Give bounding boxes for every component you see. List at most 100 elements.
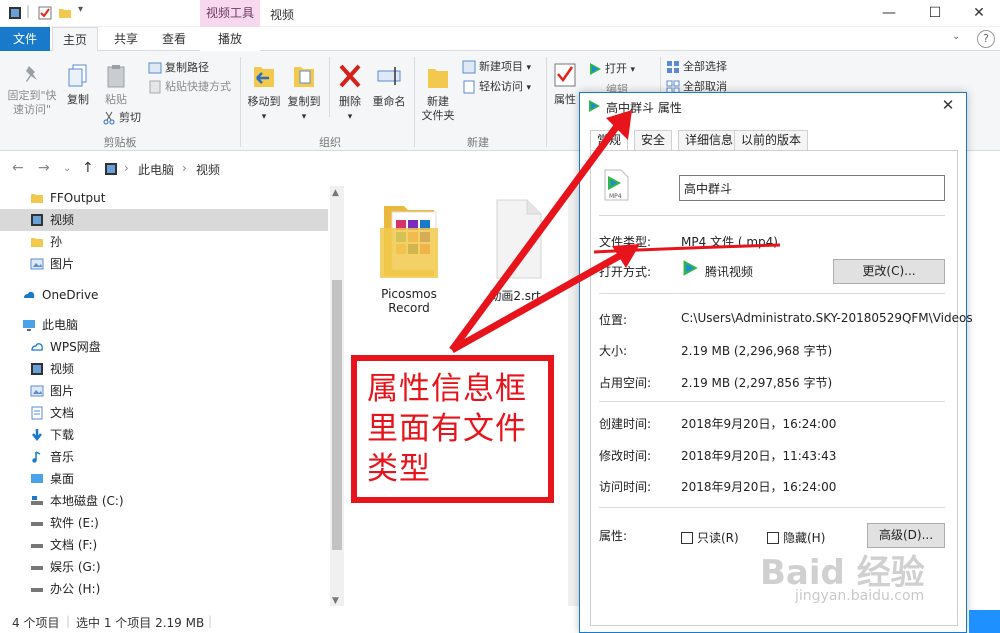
title-bar: | ▾ 视频工具 视频 — ☐ ✕ — [0, 0, 1000, 27]
nav-item-videos[interactable]: 视频 — [0, 358, 328, 380]
ribbon-divider — [329, 57, 330, 117]
up-arrow-icon[interactable]: ↑ — [82, 160, 94, 176]
nav-item-wps-cloud[interactable]: WPS网盘 — [0, 336, 328, 358]
help-icon[interactable]: ? — [977, 30, 995, 48]
rename-button[interactable]: 重命名 — [370, 61, 408, 109]
copy-to-button[interactable]: 复制到 ▾ — [285, 61, 323, 124]
select-all-button[interactable]: 全部选择 — [666, 58, 727, 76]
breadcrumb-this-pc[interactable]: 此电脑 — [138, 161, 174, 178]
new-item-button[interactable]: 新建项目 ▾ — [462, 58, 531, 76]
minimize-icon[interactable]: — — [866, 0, 912, 27]
readonly-checkbox[interactable]: 只读(R) — [681, 529, 739, 546]
disk-size-value: 2.19 MB (2,297,856 字节) — [681, 376, 833, 390]
location-label: 位置: — [599, 313, 628, 327]
nav-item-videos-quick[interactable]: 视频 — [0, 209, 328, 231]
copy-to-folder-icon — [294, 67, 314, 87]
properties-check-icon[interactable] — [38, 6, 52, 20]
quick-access-dropdown-icon[interactable]: ▾ — [78, 4, 83, 15]
drive-icon — [31, 566, 43, 570]
maximize-icon[interactable]: ☐ — [912, 0, 958, 27]
group-label-new: 新建 — [467, 136, 489, 149]
tab-play[interactable]: 播放 — [200, 27, 260, 51]
nav-item-pictures-quick[interactable]: 图片 — [0, 253, 328, 275]
system-drive-icon — [31, 496, 43, 505]
drive-icon — [31, 588, 43, 592]
divider — [599, 293, 945, 294]
tab-previous-versions[interactable]: 以前的版本 — [734, 130, 809, 151]
onedrive-cloud-icon — [24, 291, 35, 298]
group-label-organize: 组织 — [319, 136, 341, 149]
paste-button[interactable]: 粘贴 — [100, 63, 132, 107]
breadcrumb-separator: › — [182, 161, 187, 175]
shortcut-icon — [149, 80, 161, 94]
change-button[interactable]: 更改(C)... — [833, 259, 945, 284]
tencent-video-icon — [590, 63, 601, 75]
file-item-srt[interactable]: 动画2.srt — [470, 198, 560, 304]
nav-item-drive-g[interactable]: 娱乐 (G:) — [0, 556, 328, 578]
modified-label: 修改时间: — [599, 449, 652, 463]
nav-item-drive-h[interactable]: 办公 (H:) — [0, 578, 328, 600]
cut-button[interactable]: 剪切 — [102, 109, 141, 127]
status-separator: | — [66, 614, 71, 628]
tab-security[interactable]: 安全 — [634, 130, 673, 151]
nav-item-sun[interactable]: 孙 — [0, 231, 328, 253]
nav-item-music[interactable]: 音乐 — [0, 446, 328, 468]
nav-item-onedrive[interactable]: OneDrive — [0, 284, 328, 306]
hidden-checkbox[interactable]: 隐藏(H) — [767, 529, 825, 546]
nav-item-drive-f[interactable]: 文档 (F:) — [0, 534, 328, 556]
document-icon — [496, 199, 542, 279]
easy-access-button[interactable]: 轻松访问 ▾ — [462, 78, 531, 96]
breadcrumb-videos[interactable]: 视频 — [196, 161, 220, 178]
copy-path-button[interactable]: 复制路径 — [148, 59, 209, 77]
new-folder-button[interactable]: 新建 文件夹 — [418, 61, 458, 123]
dialog-tabs: 常规 安全 详细信息 以前的版本 — [590, 130, 960, 152]
ribbon-divider — [546, 57, 547, 147]
open-button[interactable]: 打开 ▾ — [588, 60, 635, 78]
ribbon-divider — [414, 57, 415, 147]
nav-item-desktop[interactable]: 桌面 — [0, 468, 328, 490]
copy-button[interactable]: 复制 — [62, 63, 94, 107]
pin-quick-access-button[interactable]: 固定到"快 速访问" — [4, 63, 60, 117]
paste-shortcut-button[interactable]: 粘贴快捷方式 — [148, 78, 231, 96]
tab-home[interactable]: 主页 — [52, 27, 98, 52]
clipboard-icon — [107, 65, 125, 88]
nav-item-pictures[interactable]: 图片 — [0, 380, 328, 402]
new-folder-icon — [428, 69, 448, 88]
nav-scrollbar-thumb[interactable] — [332, 280, 342, 550]
tab-general[interactable]: 常规 — [590, 130, 629, 152]
scroll-up-icon[interactable]: ▲ — [332, 188, 339, 198]
dialog-close-icon[interactable]: ✕ — [938, 96, 958, 114]
file-item-picosmos[interactable]: Picosmos Record — [364, 198, 454, 315]
recent-dropdown-icon[interactable]: ⌄ — [63, 163, 71, 174]
tab-view[interactable]: 查看 — [152, 27, 196, 51]
move-to-folder-icon — [254, 67, 274, 87]
tab-file[interactable]: 文件 — [0, 27, 50, 51]
divider — [599, 215, 945, 216]
annotation-line-2: 里面有文件 — [367, 411, 527, 447]
ribbon-expand-icon[interactable]: ⌄ — [952, 31, 960, 42]
nav-item-ffoutput[interactable]: FFOutput — [0, 187, 328, 209]
breadcrumb-separator: › — [124, 161, 129, 175]
watermark-logo: Baid 经验 — [760, 553, 925, 593]
file-name-field[interactable]: 高中群斗 — [679, 175, 945, 201]
close-icon[interactable]: ✕ — [956, 0, 1000, 27]
cloud-icon — [31, 343, 43, 351]
back-arrow-icon[interactable]: ← — [12, 160, 24, 176]
delete-button[interactable]: 删除 ▾ — [334, 61, 366, 124]
nav-item-this-pc[interactable]: 此电脑 — [0, 314, 328, 336]
tab-details[interactable]: 详细信息 — [678, 130, 741, 151]
forward-arrow-icon[interactable]: → — [38, 160, 50, 176]
mp4-file-icon: MP4 — [604, 169, 629, 201]
tab-share[interactable]: 共享 — [104, 27, 148, 51]
nav-item-drive-e[interactable]: 软件 (E:) — [0, 512, 328, 534]
nav-item-documents[interactable]: 文档 — [0, 402, 328, 424]
properties-button[interactable]: 属性 — [550, 61, 580, 107]
pin-icon — [26, 66, 37, 82]
move-to-button[interactable]: 移动到 ▾ — [245, 61, 283, 124]
folder-icon[interactable] — [58, 6, 72, 20]
status-bar: 4 个项目 | 选中 1 个项目 2.19 MB | — [0, 611, 580, 633]
nav-item-drive-c[interactable]: 本地磁盘 (C:) — [0, 490, 328, 512]
nav-item-downloads[interactable]: 下载 — [0, 424, 328, 446]
scroll-down-icon[interactable]: ▼ — [332, 596, 339, 606]
rename-icon — [377, 67, 401, 85]
